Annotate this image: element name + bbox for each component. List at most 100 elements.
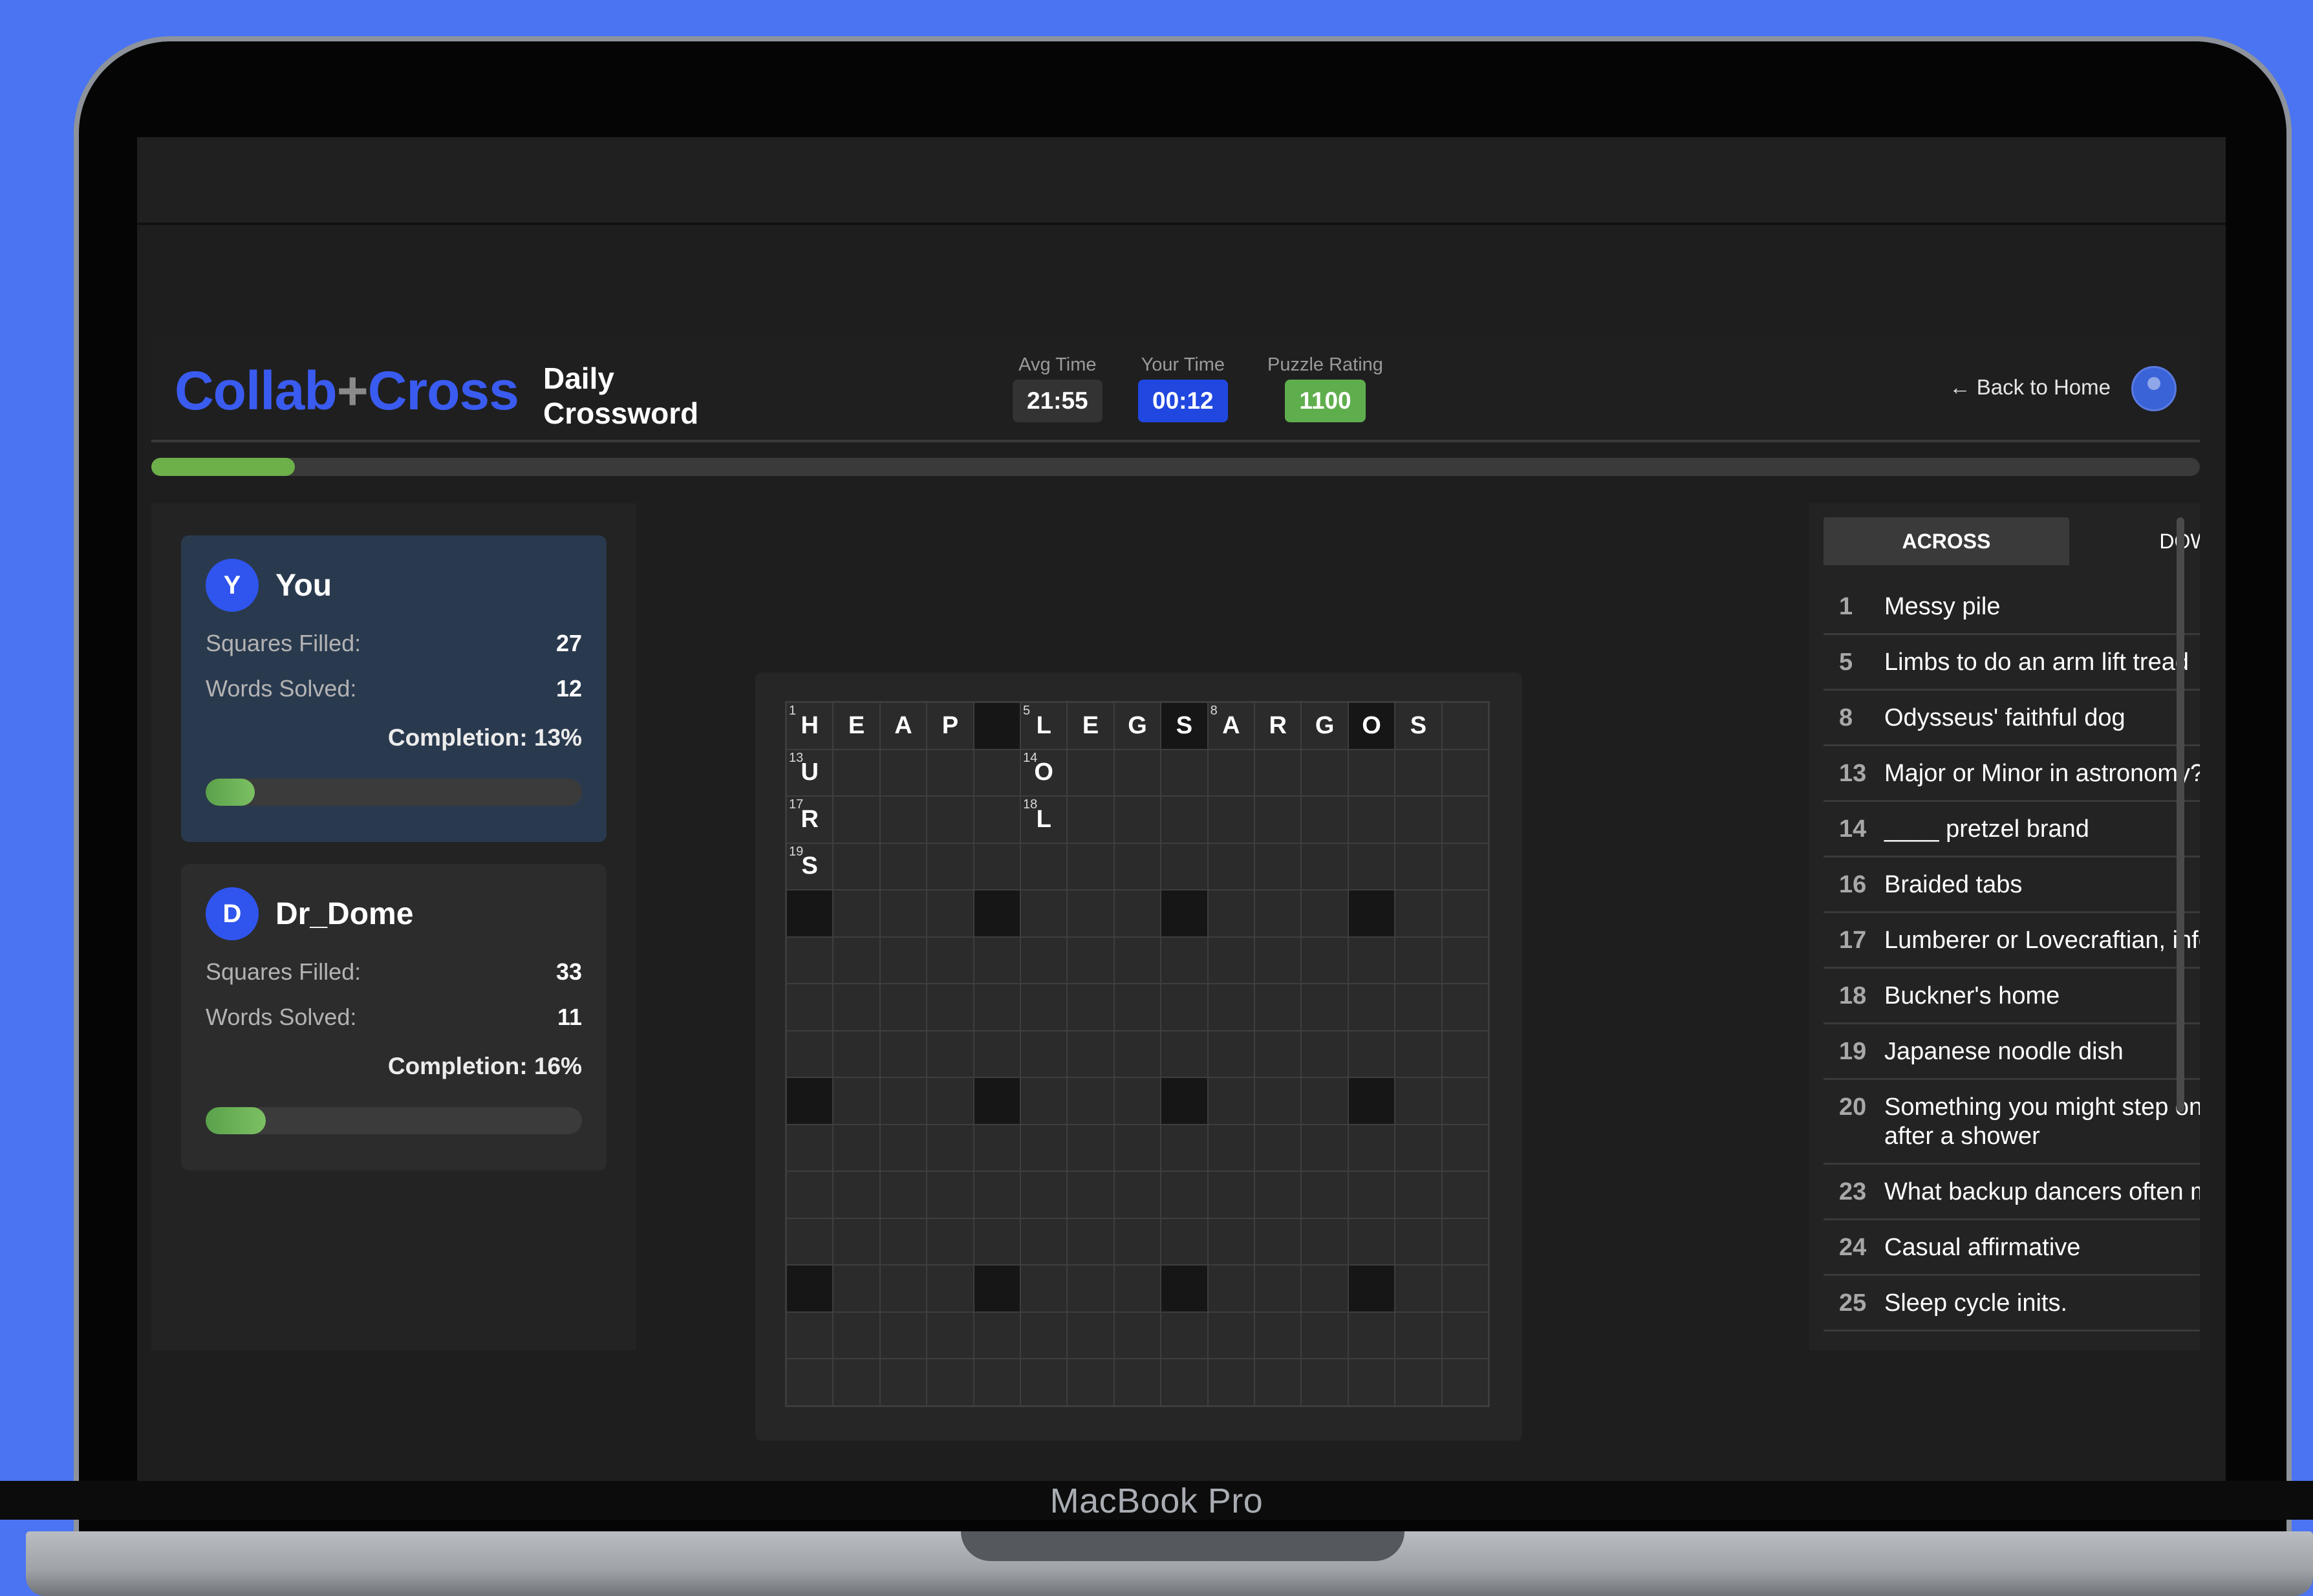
grid-cell[interactable]: 13 U — [786, 749, 834, 797]
grid-cell[interactable] — [1113, 984, 1161, 1031]
grid-cell[interactable] — [1254, 1171, 1302, 1218]
grid-cell[interactable] — [1254, 1218, 1302, 1266]
grid-cell[interactable] — [1301, 749, 1348, 797]
grid-cell[interactable] — [879, 1218, 927, 1266]
clue-item[interactable]: 19 Japanese noodle dish — [1824, 1024, 2200, 1080]
grid-cell[interactable] — [1395, 1359, 1442, 1406]
grid-cell[interactable] — [973, 1124, 1020, 1172]
grid-cell[interactable] — [1395, 890, 1442, 937]
grid-cell[interactable] — [1395, 1077, 1442, 1125]
clue-item[interactable]: 16 Braided tabs — [1824, 857, 2200, 913]
grid-cell[interactable] — [1207, 890, 1254, 937]
grid-cell[interactable] — [1301, 1359, 1348, 1406]
grid-cell[interactable] — [1067, 1124, 1114, 1172]
grid-cell[interactable] — [973, 1218, 1020, 1266]
grid-cell[interactable] — [1441, 1311, 1489, 1359]
grid-cell[interactable] — [1395, 1265, 1442, 1312]
grid-cell[interactable] — [879, 1359, 927, 1406]
grid-cell[interactable] — [1020, 936, 1068, 984]
grid-cell[interactable] — [879, 1077, 927, 1125]
grid-cell[interactable] — [1301, 1171, 1348, 1218]
grid-cell[interactable] — [1161, 1124, 1208, 1172]
grid-cell[interactable] — [1441, 890, 1489, 937]
clue-item[interactable]: 1 Messy pile — [1824, 579, 2200, 635]
grid-cell[interactable] — [1113, 749, 1161, 797]
grid-cell[interactable] — [1207, 1030, 1254, 1078]
grid-cell[interactable] — [1441, 1077, 1489, 1125]
grid-cell[interactable] — [1113, 843, 1161, 890]
clue-item[interactable]: 25 Sleep cycle inits. — [1824, 1276, 2200, 1332]
grid-cell[interactable] — [1020, 843, 1068, 890]
grid-cell[interactable] — [1348, 1359, 1395, 1406]
grid-cell[interactable] — [1113, 1171, 1161, 1218]
grid-cell[interactable] — [1441, 1218, 1489, 1266]
grid-cell[interactable] — [1067, 984, 1114, 1031]
grid-cell[interactable] — [1067, 1030, 1114, 1078]
grid-cell[interactable] — [879, 1124, 927, 1172]
grid-cell[interactable] — [1254, 936, 1302, 984]
grid-cell[interactable] — [1067, 843, 1114, 890]
grid-cell[interactable] — [1301, 936, 1348, 984]
grid-cell[interactable] — [1067, 1359, 1114, 1406]
grid-cell[interactable] — [1067, 1077, 1114, 1125]
grid-cell[interactable] — [1113, 796, 1161, 843]
grid-cell[interactable] — [879, 843, 927, 890]
grid-cell[interactable] — [927, 749, 974, 797]
grid-cell[interactable] — [927, 1359, 974, 1406]
grid-cell[interactable] — [1161, 749, 1208, 797]
grid-cell[interactable] — [927, 1077, 974, 1125]
grid-cell[interactable] — [879, 1030, 927, 1078]
grid-cell[interactable] — [833, 1171, 880, 1218]
grid-cell[interactable]: P — [927, 702, 974, 749]
grid-cell[interactable] — [1207, 1311, 1254, 1359]
grid-cell[interactable] — [1348, 749, 1395, 797]
grid-cell[interactable]: S — [1395, 702, 1442, 749]
grid-cell[interactable] — [879, 1311, 927, 1359]
grid-cell[interactable] — [1020, 984, 1068, 1031]
grid-cell[interactable]: 18 L — [1020, 796, 1068, 843]
clue-item[interactable]: 24 Casual affirmative — [1824, 1220, 2200, 1276]
back-to-home-link[interactable]: ← Back to Home — [1950, 375, 2111, 400]
grid-cell[interactable] — [1441, 1124, 1489, 1172]
clue-item[interactable]: 13 Major or Minor in astronomy? — [1824, 746, 2200, 802]
grid-cell[interactable] — [1207, 796, 1254, 843]
grid-cell[interactable] — [927, 1124, 974, 1172]
grid-cell[interactable] — [833, 1077, 880, 1125]
grid-cell[interactable] — [1441, 702, 1489, 749]
grid-cell[interactable] — [1207, 1124, 1254, 1172]
tab-across[interactable]: ACROSS — [1824, 517, 2069, 565]
grid-cell[interactable] — [1254, 796, 1302, 843]
grid-cell[interactable] — [833, 1124, 880, 1172]
grid-cell[interactable] — [879, 936, 927, 984]
grid-cell[interactable] — [1161, 1171, 1208, 1218]
grid-cell[interactable] — [1348, 984, 1395, 1031]
grid-cell[interactable] — [1161, 1218, 1208, 1266]
grid-cell[interactable] — [786, 1124, 834, 1172]
grid-cell[interactable] — [833, 1265, 880, 1312]
grid-cell[interactable]: A — [879, 702, 927, 749]
grid-cell[interactable] — [1395, 1218, 1442, 1266]
grid-cell[interactable] — [1020, 1311, 1068, 1359]
grid-cell[interactable]: E — [1067, 702, 1114, 749]
grid-cell[interactable] — [973, 843, 1020, 890]
grid-cell[interactable]: 1H — [786, 702, 834, 749]
grid-cell[interactable] — [973, 749, 1020, 797]
clue-item[interactable]: 14 ____ pretzel brand — [1824, 802, 2200, 857]
grid-cell[interactable] — [927, 1265, 974, 1312]
clue-item[interactable]: 18 Buckner's home — [1824, 969, 2200, 1024]
grid-cell[interactable] — [1395, 936, 1442, 984]
grid-cell[interactable] — [1113, 1359, 1161, 1406]
grid-cell[interactable] — [1395, 796, 1442, 843]
grid-cell[interactable] — [1161, 843, 1208, 890]
clue-scrollbar[interactable] — [2177, 517, 2184, 1112]
grid-cell[interactable] — [973, 1030, 1020, 1078]
grid-cell[interactable] — [1254, 1030, 1302, 1078]
grid-cell[interactable] — [1020, 1218, 1068, 1266]
grid-cell[interactable] — [879, 1171, 927, 1218]
grid-cell[interactable] — [1441, 984, 1489, 1031]
grid-cell[interactable] — [1020, 1265, 1068, 1312]
grid-cell[interactable] — [1441, 796, 1489, 843]
grid-cell[interactable] — [1441, 843, 1489, 890]
grid-cell[interactable] — [1020, 1171, 1068, 1218]
grid-cell[interactable] — [1301, 1265, 1348, 1312]
